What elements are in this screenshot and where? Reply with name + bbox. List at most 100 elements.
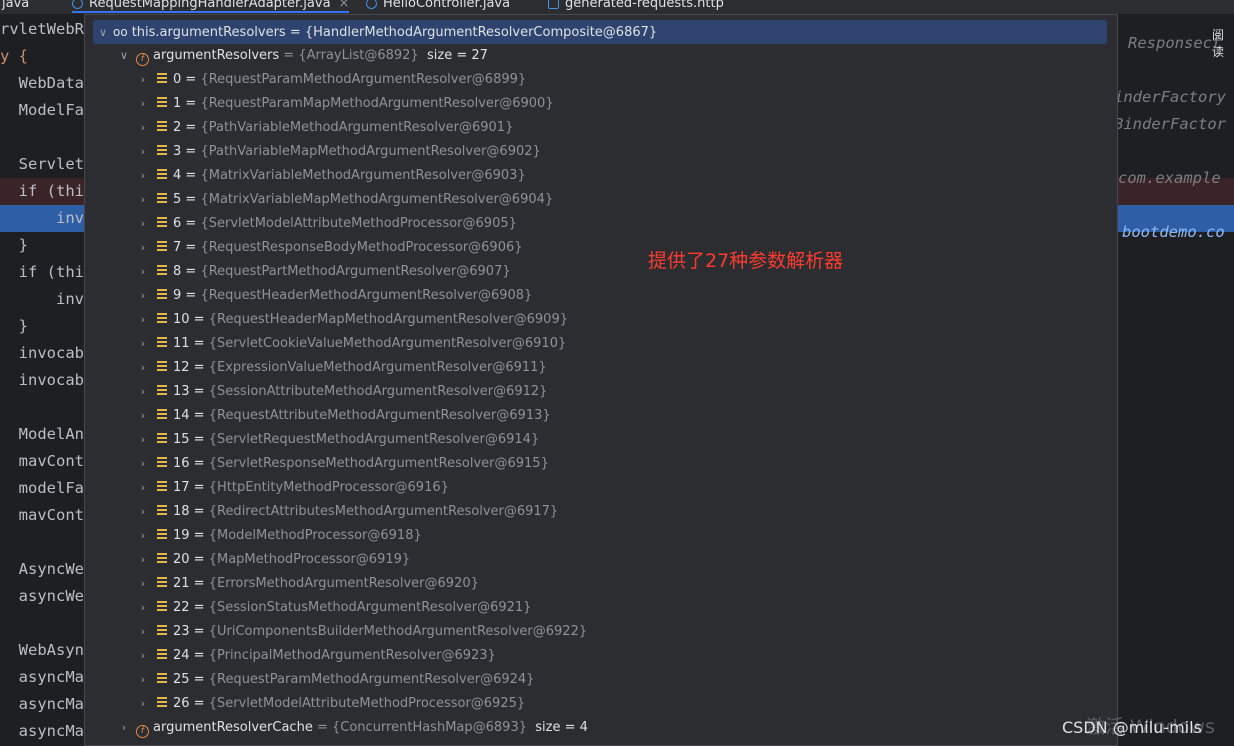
item-value: {RequestParamMethodArgumentResolver@6924… [208,672,535,687]
chevron-right-icon[interactable]: › [137,68,149,92]
chevron-down-icon[interactable]: ∨ [97,21,109,45]
chevron-right-icon[interactable]: › [137,500,149,524]
list-item[interactable]: › 10 = {RequestHeaderMapMethodArgumentRes… [85,308,1117,332]
tab-request-mapping-handler-adapter[interactable]: RequestMappingHandlerAdapter.java × [72,0,350,13]
list-item[interactable]: › 0 = {RequestParamMethodArgumentResolver… [85,68,1117,92]
item-equals: = [189,528,209,543]
debugger-value-popup[interactable]: ∨ oo this.argumentResolvers = {HandlerMeth… [84,14,1118,746]
chevron-right-icon[interactable]: › [137,140,149,164]
list-item[interactable]: › 8 = {RequestPartMethodArgumentResolver@… [85,260,1117,284]
list-item[interactable]: › 15 = {ServletRequestMethodArgumentResol… [85,428,1117,452]
item-index: 20 [173,552,190,567]
item-equals: = [189,432,209,447]
item-value: {RequestParamMethodArgumentResolver@6899… [200,72,527,87]
chevron-right-icon[interactable]: › [137,212,149,236]
chevron-right-icon[interactable]: › [137,620,149,644]
list-item[interactable]: › 18 = {RedirectAttributesMethodArgumentR… [85,500,1117,524]
chevron-right-icon[interactable]: › [137,572,149,596]
list-item[interactable]: › 3 = {PathVariableMapMethodArgumentResol… [85,140,1117,164]
array-element-icon [157,529,167,540]
chevron-right-icon[interactable]: › [137,92,149,116]
chevron-right-icon[interactable]: › [137,524,149,548]
http-file-icon [548,0,559,9]
chevron-right-icon[interactable]: › [137,644,149,668]
array-element-icon [157,241,167,252]
list-item[interactable]: › 7 = {RequestResponseBodyMethodProcessor… [85,236,1117,260]
inlay-hint: Responsect [1128,34,1222,52]
item-index: 22 [173,600,190,615]
list-item[interactable]: › 4 = {MatrixVariableMethodArgumentResolv… [85,164,1117,188]
chevron-right-icon[interactable]: › [137,428,149,452]
chevron-right-icon[interactable]: › [137,284,149,308]
list-item[interactable]: › 23 = {UriComponentsBuilderMethodArgumen… [85,620,1117,644]
list-item[interactable]: › 9 = {RequestHeaderMethodArgumentResolve… [85,284,1117,308]
array-element-icon [157,145,167,156]
item-value: {RequestHeaderMethodArgumentResolver@690… [200,288,533,303]
list-item[interactable]: › 5 = {MatrixVariableMapMethodArgumentRes… [85,188,1117,212]
chevron-right-icon[interactable]: › [137,188,149,212]
list-item[interactable]: › 6 = {ServletModelAttributeMethodProcess… [85,212,1117,236]
chevron-right-icon[interactable]: › [137,164,149,188]
item-value: {PathVariableMapMethodArgumentResolver@6… [200,144,541,159]
item-index: 24 [173,648,190,663]
chevron-right-icon[interactable]: › [137,308,149,332]
list-item[interactable]: › 16 = {ServletResponseMethodArgumentReso… [85,452,1117,476]
item-value: {MatrixVariableMethodArgumentResolver@69… [200,168,526,183]
item-value: {ErrorsMethodArgumentResolver@6920} [208,576,479,591]
list-item[interactable]: › 19 = {ModelMethodProcessor@6918} [85,524,1117,548]
chevron-right-icon[interactable]: › [137,404,149,428]
list-item[interactable]: › 22 = {SessionStatusMethodArgumentResolv… [85,596,1117,620]
list-item[interactable]: › 17 = {HttpEntityMethodProcessor@6916} [85,476,1117,500]
chevron-right-icon[interactable]: › [137,548,149,572]
close-icon[interactable]: × [339,0,350,11]
class-icon [366,0,377,9]
list-item[interactable]: › 1 = {RequestParamMapMethodArgumentResol… [85,92,1117,116]
chevron-right-icon[interactable]: › [137,476,149,500]
tree-root-row[interactable]: ∨ oo this.argumentResolvers = {HandlerMeth… [93,20,1107,44]
chevron-right-icon[interactable]: › [137,668,149,692]
tab-label: RequestMappingHandlerAdapter.java [89,0,331,11]
chevron-right-icon[interactable]: › [137,116,149,140]
watch-icon: oo [113,25,128,39]
tab-generated-requests[interactable]: generated-requests.http [548,0,724,11]
chevron-right-icon[interactable]: › [137,356,149,380]
chevron-right-icon[interactable]: › [137,236,149,260]
list-item[interactable]: › 12 = {ExpressionValueMethodArgumentReso… [85,356,1117,380]
list-item[interactable]: › 26 = {ServletModelAttributeMethodProces… [85,692,1117,716]
item-equals: = [181,264,201,279]
item-equals: = [189,624,209,639]
item-value: {PrincipalMethodArgumentResolver@6923} [208,648,496,663]
chevron-right-icon[interactable]: › [137,596,149,620]
chevron-right-icon[interactable]: › [137,260,149,284]
array-element-icon [157,481,167,492]
chevron-right-icon[interactable]: › [137,332,149,356]
chevron-right-icon[interactable]: › [137,452,149,476]
list-item[interactable]: › 21 = {ErrorsMethodArgumentResolver@6920… [85,572,1117,596]
list-item[interactable]: › 20 = {MapMethodProcessor@6919} [85,548,1117,572]
inlay-hint: inderFactory [1114,88,1226,106]
tree-field-row[interactable]: ∨ f argumentResolvers = {ArrayList@6892} s… [85,44,1117,68]
reader-mode-label[interactable]: 阅读 [1212,26,1234,60]
item-index: 11 [173,336,190,351]
item-index: 13 [173,384,190,399]
list-item[interactable]: › 25 = {RequestParamMethodArgumentResolve… [85,668,1117,692]
tab-java[interactable]: java [2,0,29,11]
list-item[interactable]: › 13 = {SessionAttributeMethodArgumentRes… [85,380,1117,404]
item-value: {UriComponentsBuilderMethodArgumentResol… [208,624,588,639]
item-value: {RequestHeaderMapMethodArgumentResolver@… [208,312,568,327]
field-icon: f [136,725,149,738]
list-item[interactable]: › 11 = {ServletCookieValueMethodArgumentR… [85,332,1117,356]
chevron-right-icon[interactable]: › [118,716,130,740]
list-item[interactable]: › 24 = {PrincipalMethodArgumentResolver@6… [85,644,1117,668]
array-element-icon [157,97,167,108]
item-equals: = [181,120,201,135]
chevron-right-icon[interactable]: › [137,692,149,716]
item-value: {ServletModelAttributeMethodProcessor@69… [208,696,526,711]
list-item[interactable]: › 2 = {PathVariableMethodArgumentResolver… [85,116,1117,140]
list-item[interactable]: › 14 = {RequestAttributeMethodArgumentRes… [85,404,1117,428]
tab-hello-controller[interactable]: HelloController.java [366,0,510,11]
chevron-right-icon[interactable]: › [137,380,149,404]
tree-cache-row[interactable]: › f argumentResolverCache = {ConcurrentHas… [85,716,1117,740]
chevron-down-icon[interactable]: ∨ [118,44,130,68]
editor-tab-bar: java RequestMappingHandlerAdapter.java × … [0,0,1234,14]
